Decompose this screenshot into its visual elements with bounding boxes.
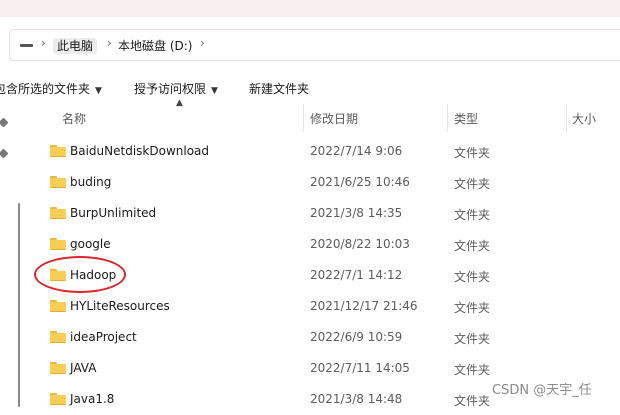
- folder-icon: [50, 238, 66, 250]
- folder-icon: [50, 331, 66, 343]
- address-bar[interactable]: › 此电脑 › 本地磁盘 (D:) ›: [9, 29, 620, 61]
- pin-icon[interactable]: [0, 117, 9, 128]
- file-type: 文件夹: [454, 270, 491, 284]
- grant-access-button[interactable]: 授予访问权限 ▼: [134, 80, 218, 97]
- file-type: 文件夹: [454, 146, 491, 160]
- file-modified: 2020/8/22 10:03: [310, 237, 410, 251]
- chevron-right-icon[interactable]: ›: [41, 36, 46, 50]
- table-row[interactable]: BurpUnlimited 2021/3/8 14:35 文件夹: [28, 198, 620, 229]
- chevron-right-icon[interactable]: ›: [107, 36, 112, 50]
- pin-icon[interactable]: [0, 148, 9, 159]
- table-row[interactable]: HYLiteResources 2021/12/17 21:46 文件夹: [28, 291, 620, 322]
- file-name: google: [70, 237, 111, 251]
- include-in-library-label: 包含所选的文件夹: [0, 82, 91, 96]
- ribbon-toolbar: 包含所选的文件夹 ▼ 授予访问权限 ▼ 新建文件夹: [0, 72, 620, 104]
- file-type: 文件夹: [454, 239, 491, 253]
- column-header-size[interactable]: 大小: [572, 110, 596, 127]
- file-name: JAVA: [70, 361, 97, 375]
- breadcrumb-local-disk-d[interactable]: 本地磁盘 (D:): [118, 38, 192, 54]
- file-type: 文件夹: [454, 394, 491, 408]
- file-modified: 2022/6/9 10:59: [310, 330, 403, 344]
- file-type: 文件夹: [454, 363, 491, 377]
- file-modified: 2021/12/17 21:46: [310, 299, 418, 313]
- column-header-name[interactable]: 名称: [62, 110, 86, 127]
- column-divider[interactable]: [303, 104, 304, 132]
- file-type: 文件夹: [454, 177, 491, 191]
- file-name: ideaProject: [70, 330, 137, 344]
- file-modified: 2021/3/8 14:48: [310, 392, 403, 406]
- folder-icon: [50, 393, 66, 405]
- file-name: BurpUnlimited: [70, 206, 157, 220]
- folder-icon: [50, 145, 66, 157]
- file-modified: 2021/6/25 10:46: [310, 175, 410, 189]
- window-top-strip: [0, 0, 620, 17]
- folder-icon: [50, 176, 66, 188]
- file-type: 文件夹: [454, 332, 491, 346]
- watermark: CSDN @天宇_任: [492, 383, 592, 398]
- file-name: buding: [70, 175, 112, 189]
- table-row[interactable]: ideaProject 2022/6/9 10:59 文件夹: [28, 322, 620, 353]
- drive-icon: [20, 44, 33, 47]
- column-header-type[interactable]: 类型: [454, 110, 478, 127]
- navigation-pane[interactable]: [0, 104, 28, 407]
- navigation-pane-scrollbar[interactable]: [18, 203, 20, 407]
- caret-down-icon: ▼: [211, 86, 218, 96]
- table-row[interactable]: BaiduNetdiskDownload 2022/7/14 9:06 文件夹: [28, 136, 620, 167]
- column-header-modified[interactable]: 修改日期: [310, 110, 358, 127]
- new-folder-button[interactable]: 新建文件夹: [249, 80, 309, 97]
- grant-access-label: 授予访问权限: [134, 82, 207, 96]
- annotation-circle: [34, 256, 126, 293]
- file-type: 文件夹: [454, 301, 491, 315]
- file-modified: 2022/7/11 14:05: [310, 361, 410, 375]
- include-in-library-button[interactable]: 包含所选的文件夹 ▼: [0, 80, 102, 97]
- file-modified: 2022/7/14 9:06: [310, 144, 403, 158]
- table-row[interactable]: google 2020/8/22 10:03 文件夹: [28, 229, 620, 260]
- folder-icon: [50, 207, 66, 219]
- folder-icon: [50, 300, 66, 312]
- table-row[interactable]: buding 2021/6/25 10:46 文件夹: [28, 167, 620, 198]
- column-divider[interactable]: [447, 104, 448, 132]
- file-name: BaiduNetdiskDownload: [70, 144, 210, 158]
- file-name: HYLiteResources: [70, 299, 170, 313]
- breadcrumb-this-pc[interactable]: 此电脑: [53, 38, 98, 54]
- new-folder-label: 新建文件夹: [249, 82, 310, 96]
- sort-ascending-icon: ▲: [176, 98, 183, 108]
- file-type: 文件夹: [454, 208, 491, 222]
- column-header-row: ▲ 名称 修改日期 类型 大小: [28, 98, 620, 132]
- column-divider[interactable]: [566, 104, 567, 132]
- file-modified: 2021/3/8 14:35: [310, 206, 403, 220]
- caret-down-icon: ▼: [95, 86, 102, 96]
- chevron-right-icon[interactable]: ›: [200, 36, 205, 50]
- folder-icon: [50, 362, 66, 374]
- file-name: Java1.8: [70, 392, 115, 406]
- file-modified: 2022/7/1 14:12: [310, 268, 403, 282]
